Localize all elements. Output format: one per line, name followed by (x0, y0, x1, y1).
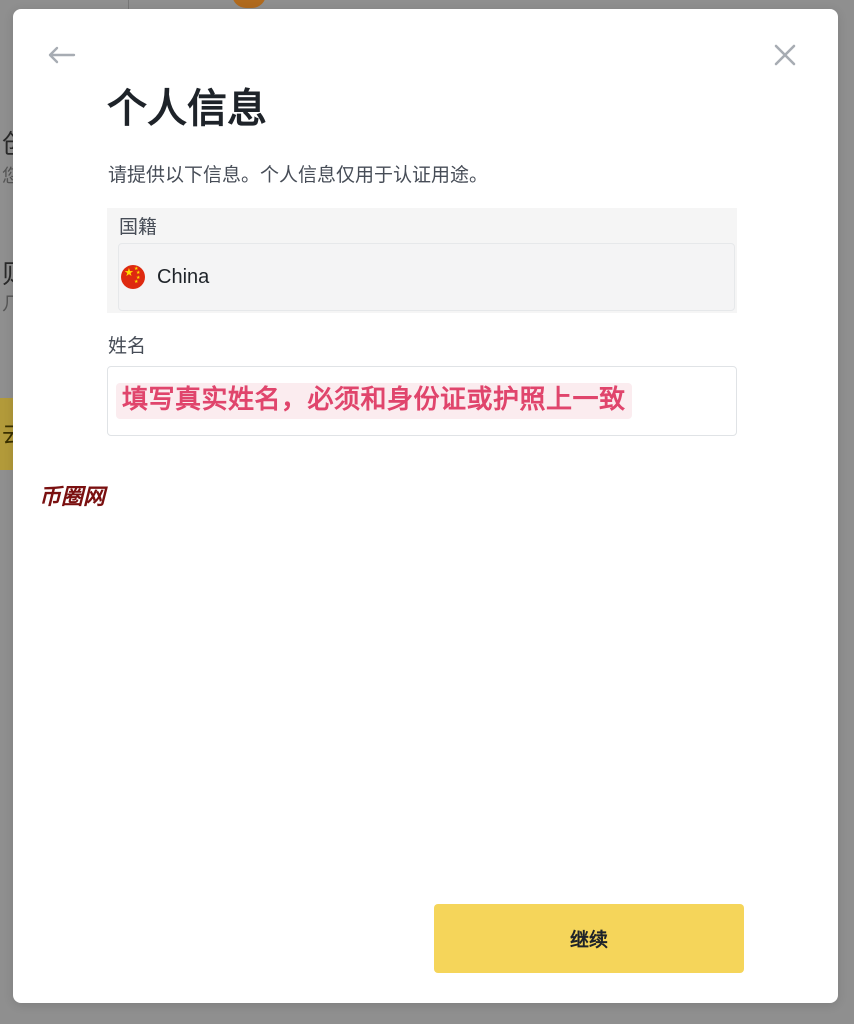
name-label: 姓名 (108, 335, 147, 357)
name-input[interactable]: 填写真实姓名，必须和身份证或护照上一致 (107, 366, 737, 436)
nationality-section: 国籍 ★ ★ ★ ★ ★ China (107, 208, 737, 313)
nationality-value: China (157, 265, 210, 288)
continue-button[interactable]: 继续 (434, 904, 744, 973)
china-flag-icon: ★ ★ ★ ★ ★ (121, 265, 145, 289)
close-button[interactable] (767, 39, 803, 71)
arrow-left-icon (48, 46, 76, 64)
watermark-logo: 币圈网 (39, 485, 106, 510)
page-subtitle: 请提供以下信息。个人信息仅用于认证用途。 (108, 164, 489, 186)
page-title: 个人信息 (107, 86, 267, 132)
nationality-label: 国籍 (119, 216, 158, 238)
personal-info-modal: 个人信息 请提供以下信息。个人信息仅用于认证用途。 国籍 ★ ★ ★ ★ ★ C… (13, 9, 838, 1003)
close-icon (774, 44, 796, 66)
back-button[interactable] (43, 39, 79, 71)
name-hint-annotation: 填写真实姓名，必须和身份证或护照上一致 (116, 383, 632, 419)
nationality-select[interactable]: ★ ★ ★ ★ ★ China (118, 243, 735, 311)
